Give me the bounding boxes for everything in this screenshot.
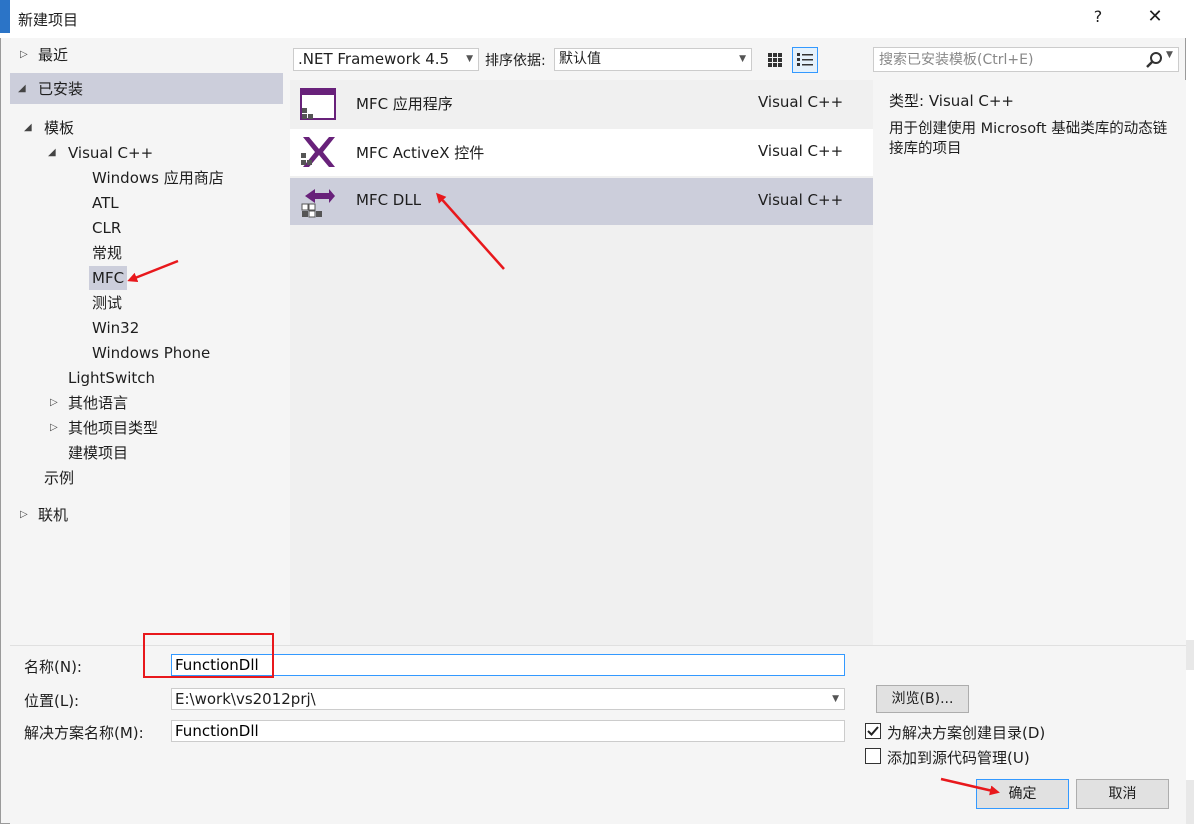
tree-item-label: 联机 [38, 506, 69, 524]
tree-item-label: 最近 [38, 46, 69, 64]
type-label: 类型: [889, 92, 925, 110]
tree-item-label: 已安装 [38, 80, 84, 98]
tree-item-label: 模板 [44, 119, 75, 137]
expanded-icon: ◢ [48, 147, 56, 158]
template-language: Visual C++ [758, 142, 844, 160]
template-type-row: 类型: Visual C++ [889, 90, 1014, 111]
location-value: E:\work\vs2012prj\ [175, 690, 316, 708]
tree-item-label: Visual C++ [68, 144, 154, 162]
tree-item-installed[interactable]: ◢ 已安装 [10, 77, 283, 101]
tree-item-samples[interactable]: 示例 [44, 466, 74, 490]
help-button[interactable]: ? [1088, 7, 1108, 29]
project-settings-form: 名称(N): 位置(L): E:\work\vs2012prj\ ▼ 浏览(B)… [10, 645, 1186, 824]
expand-right-icon: ▷ [20, 49, 28, 60]
dialog-titlebar: 新建项目 ? ✕ [0, 0, 1186, 38]
list-view-icon [797, 53, 813, 66]
chevron-down-icon: ▼ [739, 54, 746, 64]
template-toolbar: .NET Framework 4.5 ▼ 排序依据: 默认值 ▼ [290, 40, 873, 80]
solution-name-label: 解决方案名称(M): [24, 724, 144, 742]
template-language: Visual C++ [758, 191, 844, 209]
template-search-box: ▼ [873, 47, 1179, 72]
chevron-down-icon[interactable]: ▼ [1166, 50, 1173, 60]
browse-button[interactable]: 浏览(B)... [876, 685, 969, 713]
template-row-mfc-app[interactable]: MFC 应用程序 Visual C++ [290, 80, 873, 127]
name-label: 名称(N): [24, 658, 82, 676]
mfc-dll-icon [301, 189, 335, 218]
expand-right-icon: ▷ [20, 509, 28, 520]
search-icon[interactable] [1144, 50, 1164, 70]
create-directory-checkbox[interactable] [865, 723, 881, 739]
expanded-icon: ◢ [18, 83, 26, 94]
template-row-mfc-activex[interactable]: MFC ActiveX 控件 Visual C++ [290, 129, 873, 176]
tree-item-label: 其他项目类型 [68, 419, 159, 437]
cancel-button[interactable]: 取消 [1076, 779, 1169, 809]
dialog-title: 新建项目 [18, 11, 79, 29]
framework-select-value: .NET Framework 4.5 [298, 50, 450, 68]
tree-item-modeling[interactable]: 建模项目 [68, 441, 128, 465]
tree-item-lightswitch[interactable]: LightSwitch [68, 366, 155, 390]
tree-item-recent[interactable]: ▷ 最近 [10, 43, 283, 67]
tree-item-online[interactable]: ▷ 联机 [10, 503, 283, 527]
tree-item-templates[interactable]: ◢ 模板 [10, 116, 283, 140]
ok-button[interactable]: 确定 [976, 779, 1069, 809]
template-row-mfc-dll[interactable]: MFC DLL Visual C++ [290, 178, 873, 225]
sort-label: 排序依据: [485, 53, 546, 69]
tree-item-other-project-types[interactable]: ▷ 其他项目类型 [10, 416, 283, 440]
location-label: 位置(L): [24, 692, 80, 710]
template-info-panel: 类型: Visual C++ 用于创建使用 Microsoft 基础类库的动态链… [873, 80, 1186, 645]
chevron-down-icon: ▼ [832, 694, 839, 704]
sort-select-value: 默认值 [559, 51, 601, 67]
tree-item-other-languages[interactable]: ▷ 其他语言 [10, 391, 283, 415]
mfc-app-icon [300, 88, 336, 120]
tree-item-windows-phone[interactable]: Windows Phone [92, 341, 210, 365]
grid-view-button[interactable] [762, 47, 788, 73]
tree-item-clr[interactable]: CLR [92, 216, 121, 240]
tree-item-windows-store[interactable]: Windows 应用商店 [92, 166, 224, 190]
template-tree: ▷ 最近 ◢ 已安装 ◢ 模板 ◢ Visual C++ Windows 应用商… [10, 40, 283, 645]
template-description: 用于创建使用 Microsoft 基础类库的动态链接库的项目 [889, 121, 1168, 157]
template-name: MFC 应用程序 [356, 95, 453, 113]
mfc-activex-icon [301, 137, 335, 167]
chevron-down-icon: ▼ [466, 54, 473, 64]
create-directory-label: 为解决方案创建目录(D) [887, 724, 1046, 742]
expand-right-icon: ▷ [50, 397, 58, 408]
expanded-icon: ◢ [24, 122, 32, 133]
tree-item-label: 其他语言 [68, 394, 129, 412]
background-window-edge [1186, 0, 1194, 824]
tree-item-test[interactable]: 测试 [92, 291, 122, 315]
tree-item-general[interactable]: 常规 [92, 241, 122, 265]
solution-name-input[interactable] [171, 720, 845, 742]
tree-item-atl[interactable]: ATL [92, 191, 119, 215]
tree-item-win32[interactable]: Win32 [92, 316, 139, 340]
project-name-input[interactable] [171, 654, 845, 676]
sort-select[interactable]: 默认值 ▼ [554, 48, 752, 71]
checkmark-icon [867, 726, 879, 736]
template-list: MFC 应用程序 Visual C++ MFC ActiveX 控件 Visua… [290, 80, 873, 645]
source-control-checkbox[interactable] [865, 748, 881, 764]
template-language: Visual C++ [758, 93, 844, 111]
framework-select[interactable]: .NET Framework 4.5 ▼ [293, 48, 479, 71]
background-window-accent [0, 0, 10, 33]
tree-item-visual-cpp[interactable]: ◢ Visual C++ [10, 141, 283, 165]
type-value: Visual C++ [928, 92, 1015, 110]
list-view-button[interactable] [792, 47, 818, 73]
template-name: MFC DLL [356, 191, 422, 209]
close-button[interactable]: ✕ [1143, 6, 1167, 30]
location-combo[interactable]: E:\work\vs2012prj\ ▼ [171, 688, 845, 710]
search-input[interactable] [876, 49, 1136, 70]
template-name: MFC ActiveX 控件 [356, 144, 485, 162]
grid-view-icon [768, 53, 782, 67]
tree-item-mfc[interactable]: MFC [92, 266, 124, 290]
source-control-label: 添加到源代码管理(U) [887, 749, 1030, 767]
expand-right-icon: ▷ [50, 422, 58, 433]
